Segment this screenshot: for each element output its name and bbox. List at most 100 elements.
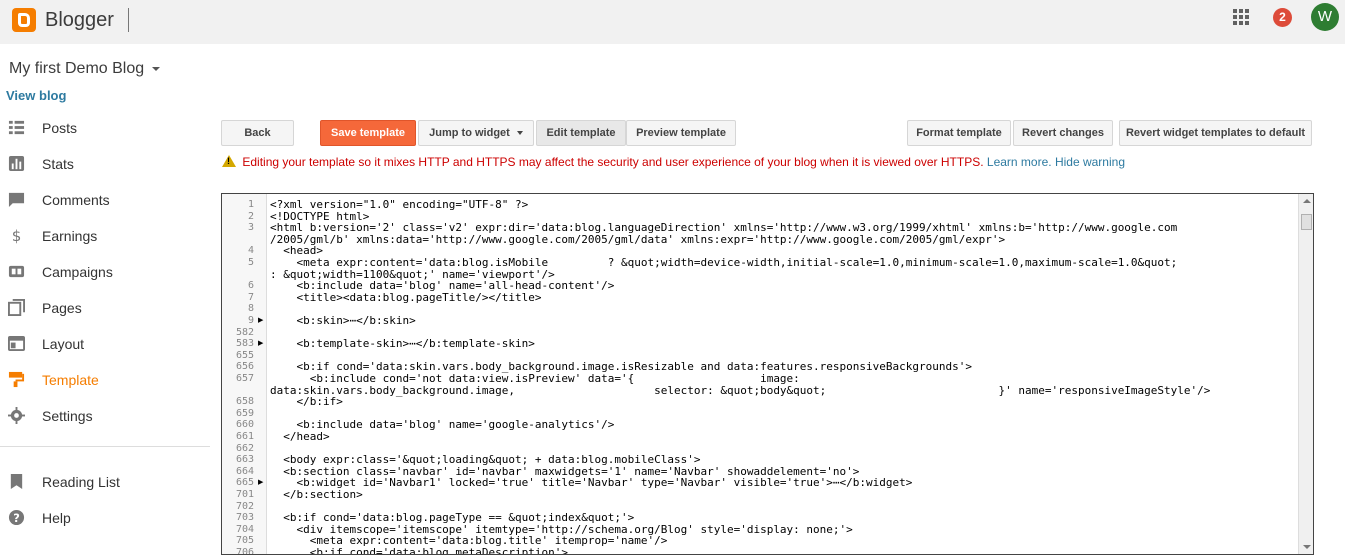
sidebar-item-label: Settings	[42, 408, 93, 424]
revert-changes-button[interactable]: Revert changes	[1013, 120, 1113, 146]
template-icon	[8, 371, 25, 388]
preview-template-button[interactable]: Preview template	[626, 120, 736, 146]
sidebar-item-template[interactable]: Template	[0, 362, 210, 398]
line-number: 3	[247, 222, 254, 234]
warning-text: Editing your template so it mixes HTTP a…	[242, 155, 984, 169]
line-number: 6	[247, 280, 254, 292]
comments-icon	[8, 192, 25, 208]
campaigns-icon	[8, 265, 25, 278]
line-number: 705	[235, 535, 254, 547]
sidebar-item-label: Template	[42, 372, 99, 388]
back-button[interactable]: Back	[221, 120, 294, 146]
scroll-up-icon[interactable]	[1303, 199, 1311, 203]
code-line[interactable]: <b:skin>⋯</b:skin>	[270, 315, 1300, 327]
line-number: 655	[235, 349, 254, 361]
code-line[interactable]: </head>	[270, 431, 1300, 443]
caret-down-icon	[152, 66, 161, 71]
line-number: 658	[235, 396, 254, 408]
code-line[interactable]: </b:section>	[270, 489, 1300, 501]
template-code-editor[interactable]: 1 2 3 4 5 6 7 8 9 ▶ 582 583 ▶ 655 656 657 658 659 660 661 66…	[221, 193, 1314, 555]
help-icon: ?	[8, 509, 25, 526]
line-number: 702	[235, 500, 254, 512]
hide-warning-link[interactable]: Hide warning	[1055, 155, 1125, 169]
sidebar-item-campaigns[interactable]: Campaigns	[0, 254, 210, 290]
line-number: 663	[235, 454, 254, 466]
code-line[interactable]: </b:if>	[270, 396, 1300, 408]
learn-more-link[interactable]: Learn more.	[987, 155, 1052, 169]
sidebar-item-label: Layout	[42, 336, 85, 352]
http-warning: Editing your template so it mixes HTTP a…	[222, 155, 1125, 169]
fold-arrow-icon[interactable]: ▶	[258, 477, 263, 489]
line-number: 2	[247, 210, 254, 222]
line-number: 1	[247, 199, 254, 210]
code-line[interactable]: <b:include data='blog' name='google-anal…	[270, 419, 1300, 431]
sidebar-item-earnings[interactable]: $ Earnings	[0, 218, 210, 254]
blog-selector[interactable]: My first Demo Blog	[9, 60, 161, 78]
line-number-gutter: 1 2 3 4 5 6 7 8 9 ▶ 582 583 ▶ 655 656 657 658 659 660 661 66…	[222, 194, 267, 555]
sidebar-item-help[interactable]: ? Help	[0, 500, 210, 536]
notifications-badge[interactable]: 2	[1273, 8, 1292, 27]
jump-to-widget-dropdown[interactable]: Jump to widget	[418, 120, 534, 146]
code-line[interactable]: <b:template-skin>⋯</b:template-skin>	[270, 338, 1300, 350]
line-number: 665	[235, 477, 254, 489]
editor-scrollbar[interactable]	[1298, 194, 1313, 554]
avatar[interactable]: W	[1311, 3, 1339, 31]
warning-icon	[222, 155, 236, 167]
line-number: 703	[235, 512, 254, 524]
sidebar-item-stats[interactable]: Stats	[0, 146, 210, 182]
line-number: 5	[247, 257, 254, 268]
pages-icon	[8, 299, 25, 316]
code-line[interactable]: data:skin.vars.body_background.image, se…	[270, 384, 1300, 397]
view-blog-link[interactable]: View blog	[6, 88, 66, 103]
line-number: 706	[235, 547, 254, 555]
blogger-logo-icon[interactable]	[12, 8, 36, 32]
scroll-thumb[interactable]	[1301, 214, 1312, 230]
code-line[interactable]	[270, 303, 1300, 315]
code-line[interactable]: <b:widget id='Navbar1' locked='true' tit…	[270, 477, 1300, 489]
sidebar-item-pages[interactable]: Pages	[0, 290, 210, 326]
line-number: 664	[235, 465, 254, 477]
line-number: 656	[235, 361, 254, 373]
sidebar-item-reading-list[interactable]: Reading List	[0, 464, 210, 500]
sidebar-item-comments[interactable]: Comments	[0, 182, 210, 218]
sidebar-item-label: Posts	[42, 120, 78, 136]
sidebar-item-label: Earnings	[42, 228, 98, 244]
save-template-button[interactable]: Save template	[320, 120, 416, 146]
line-number: 8	[247, 303, 254, 315]
sidebar-item-label: Reading List	[42, 474, 120, 490]
fold-arrow-icon[interactable]: ▶	[258, 315, 263, 327]
sidebar-item-settings[interactable]: Settings	[0, 398, 210, 434]
apps-grid-icon[interactable]	[1233, 9, 1249, 25]
code-line[interactable]: <title><data:blog.pageTitle/></title>	[270, 291, 1300, 304]
sidebar-item-label: Campaigns	[42, 264, 113, 280]
chevron-down-icon	[516, 131, 523, 136]
sidebar-item-layout[interactable]: Layout	[0, 326, 210, 362]
line-number: 704	[235, 523, 254, 535]
gear-icon	[8, 407, 25, 424]
sidebar-item-label: Pages	[42, 300, 82, 316]
sidebar-divider	[0, 446, 210, 447]
app-name[interactable]: Blogger	[45, 9, 114, 32]
fold-arrow-icon[interactable]: ▶	[258, 338, 263, 350]
edit-template-button[interactable]: Edit template	[536, 120, 626, 146]
line-number: 582	[235, 326, 254, 338]
code-line[interactable]: /2005/gml/b' xmlns:data='http://www.goog…	[270, 233, 1300, 246]
jump-to-widget-label: Jump to widget	[429, 127, 510, 139]
code-line[interactable]: <?xml version="1.0" encoding="UTF-8" ?>	[270, 199, 1300, 211]
scroll-down-icon[interactable]	[1303, 545, 1311, 549]
posts-icon	[8, 120, 25, 135]
code-line[interactable]: <b:if cond='data:blog.metaDescription'>	[270, 547, 1300, 555]
line-number: 7	[247, 291, 254, 303]
sidebar-item-label: Help	[42, 510, 71, 526]
layout-icon	[8, 335, 25, 352]
top-bar: Blogger 2 W	[0, 0, 1345, 44]
svg-text:$: $	[12, 227, 22, 244]
line-number: 657	[235, 373, 254, 384]
revert-widgets-button[interactable]: Revert widget templates to default	[1119, 120, 1312, 146]
line-number: 9	[247, 315, 254, 326]
format-template-button[interactable]: Format template	[907, 120, 1011, 146]
sidebar-item-label: Comments	[42, 192, 110, 208]
brand-divider	[128, 8, 129, 32]
sidebar-item-posts[interactable]: Posts	[0, 110, 210, 146]
line-number: 660	[235, 419, 254, 431]
